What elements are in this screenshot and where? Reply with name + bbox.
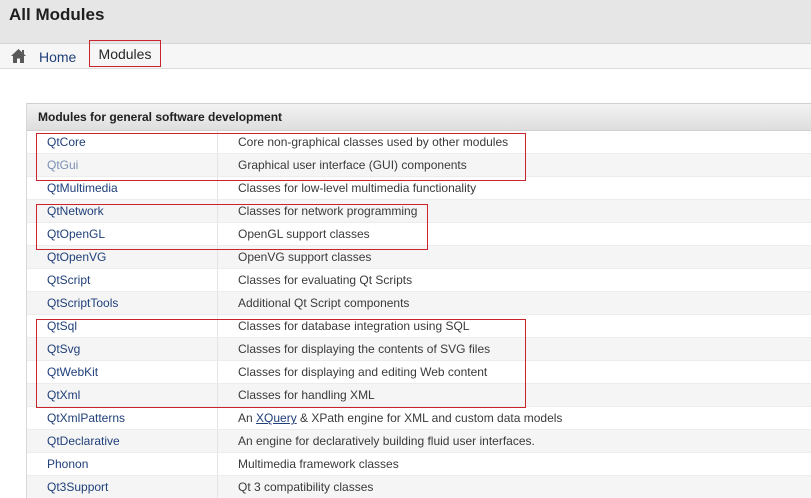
description-text: An [238,411,257,425]
table-row: QtScriptTools Additional Qt Script compo… [27,292,811,315]
module-link-qtxml[interactable]: QtXml [47,384,80,406]
column-divider [217,177,218,199]
column-divider [217,131,218,153]
column-divider [217,315,218,337]
module-description: Qt 3 compatibility classes [238,480,374,494]
module-link-qtscript[interactable]: QtScript [47,269,90,291]
xquery-link[interactable]: XQuery [256,411,297,425]
column-divider [217,361,218,383]
column-divider [217,476,218,498]
module-link-qtopenvg[interactable]: QtOpenVG [47,246,106,268]
column-divider [217,338,218,360]
module-link-qtwebkit[interactable]: QtWebKit [47,361,98,383]
page: All Modules Home Modules Modules for gen… [0,0,811,498]
modules-table: Modules for general software development… [26,103,811,498]
home-icon[interactable] [10,48,27,64]
table-row: QtDeclarative An engine for declarativel… [27,430,811,453]
module-description: Classes for database integration using S… [238,319,470,333]
module-link-qt3support[interactable]: Qt3Support [47,476,108,498]
column-divider [217,430,218,452]
breadcrumb-home-link[interactable]: Home [39,49,76,65]
module-link-qtsql[interactable]: QtSql [47,315,77,337]
table-row: QtGui Graphical user interface (GUI) com… [27,154,811,177]
breadcrumb-current-modules[interactable]: Modules [89,40,161,67]
module-link-qtmultimedia[interactable]: QtMultimedia [47,177,118,199]
table-row: QtOpenVG OpenVG support classes [27,246,811,269]
table-row: QtOpenGL OpenGL support classes [27,223,811,246]
column-divider [217,407,218,429]
table-row: QtScript Classes for evaluating Qt Scrip… [27,269,811,292]
table-row: QtNetwork Classes for network programmin… [27,200,811,223]
module-link-qtopengl[interactable]: QtOpenGL [47,223,105,245]
description-text: & XPath engine for XML and custom data m… [296,411,563,425]
column-divider [217,453,218,475]
module-link-qtnetwork[interactable]: QtNetwork [47,200,104,222]
table-header: Modules for general software development [27,103,811,131]
table-row: QtXmlPatterns An XQuery & XPath engine f… [27,407,811,430]
column-divider [217,384,218,406]
module-description: An engine for declaratively building flu… [238,434,535,448]
module-description: Classes for displaying and editing Web c… [238,365,488,379]
column-divider [217,223,218,245]
module-description: Additional Qt Script components [238,296,410,310]
module-description: Classes for handling XML [238,388,375,402]
module-description: Graphical user interface (GUI) component… [238,158,467,172]
column-divider [217,154,218,176]
column-divider [217,269,218,291]
column-divider [217,292,218,314]
module-description: OpenVG support classes [238,250,372,264]
module-link-qtdeclarative[interactable]: QtDeclarative [47,430,120,452]
module-description: Classes for network programming [238,204,418,218]
column-divider [217,246,218,268]
title-bar: All Modules [0,0,811,44]
module-link-qtcore[interactable]: QtCore [47,131,86,153]
module-description: An XQuery & XPath engine for XML and cus… [238,407,562,429]
table-row: QtMultimedia Classes for low-level multi… [27,177,811,200]
module-link-qtsvg[interactable]: QtSvg [47,338,80,360]
module-description: Classes for evaluating Qt Scripts [238,273,413,287]
module-description: Core non-graphical classes used by other… [238,135,509,149]
module-description: Multimedia framework classes [238,457,399,471]
module-link-qtxmlpatterns[interactable]: QtXmlPatterns [47,407,125,429]
table-row: QtWebKit Classes for displaying and edit… [27,361,811,384]
table-row: Phonon Multimedia framework classes [27,453,811,476]
column-divider [217,200,218,222]
table-row: QtXml Classes for handling XML [27,384,811,407]
table-row: QtCore Core non-graphical classes used b… [27,131,811,154]
module-link-phonon[interactable]: Phonon [47,453,88,475]
page-title: All Modules [9,5,105,24]
table-row: QtSql Classes for database integration u… [27,315,811,338]
module-description: OpenGL support classes [238,227,370,241]
module-description: Classes for displaying the contents of S… [238,342,491,356]
module-link-qtgui[interactable]: QtGui [47,154,78,176]
module-description: Classes for low-level multimedia functio… [238,181,477,195]
table-row: Qt3Support Qt 3 compatibility classes [27,476,811,498]
module-link-qtscripttools[interactable]: QtScriptTools [47,292,118,314]
table-row: QtSvg Classes for displaying the content… [27,338,811,361]
